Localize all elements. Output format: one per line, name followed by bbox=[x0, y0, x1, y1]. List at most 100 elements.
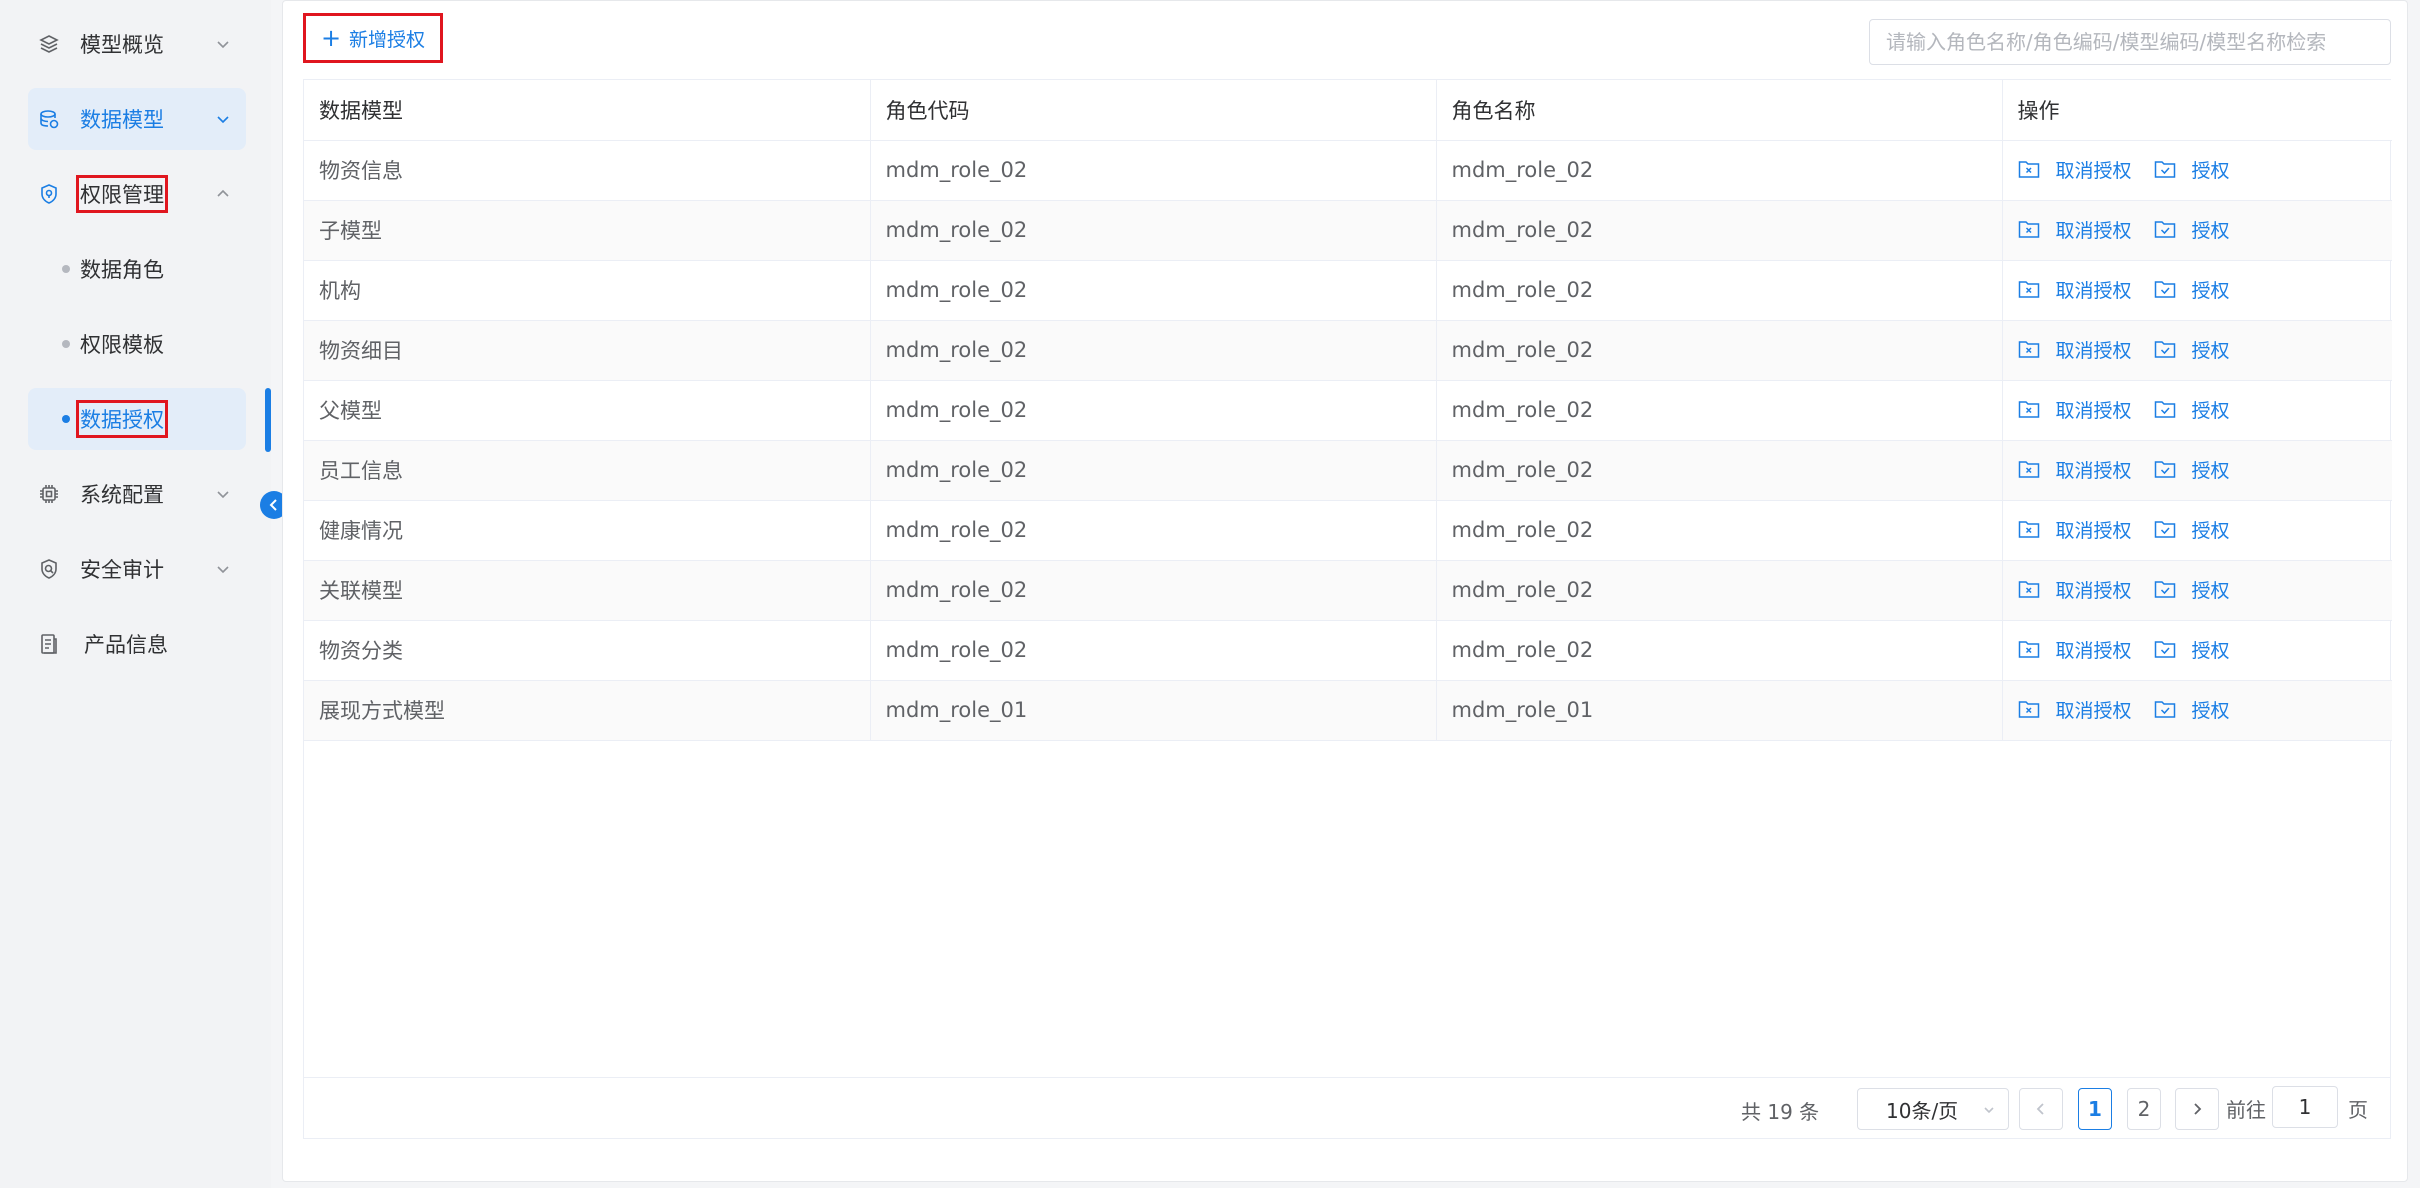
menu-item-system-config[interactable]: 系统配置 bbox=[28, 463, 246, 525]
revoke-authorization-button[interactable]: 取消授权 bbox=[2018, 216, 2132, 243]
cell-role-code: mdm_role_02 bbox=[870, 260, 1437, 321]
sidebar: 模型概览 数据模型 权限管理 数据角色 权限模板 数据授权 系统配置 安全审计 … bbox=[0, 0, 271, 1188]
folder-x-icon bbox=[2018, 699, 2048, 719]
grant-label: 授权 bbox=[2191, 339, 2230, 362]
add-authorization-button[interactable]: + 新增授权 bbox=[303, 13, 443, 63]
page-button-2[interactable]: 2 bbox=[2127, 1088, 2161, 1130]
active-indicator bbox=[265, 388, 271, 452]
bullet-dot bbox=[62, 415, 70, 423]
folder-x-icon bbox=[2018, 579, 2048, 599]
prev-page-button-visual[interactable] bbox=[2019, 1088, 2063, 1130]
cell-actions: 取消授权 授权 bbox=[2002, 440, 2392, 501]
menu-label: 产品信息 bbox=[84, 633, 168, 657]
grant-authorization-button[interactable]: 授权 bbox=[2154, 636, 2230, 663]
cell-role-name: mdm_role_02 bbox=[1436, 440, 2003, 501]
revoke-authorization-button[interactable]: 取消授权 bbox=[2018, 156, 2132, 183]
next-page-button[interactable] bbox=[2175, 1088, 2219, 1130]
cell-role-code: mdm_role_02 bbox=[870, 140, 1437, 201]
revoke-authorization-button[interactable]: 取消授权 bbox=[2018, 576, 2132, 603]
cell-actions: 取消授权 授权 bbox=[2002, 200, 2392, 261]
cell-actions: 取消授权 授权 bbox=[2002, 320, 2392, 381]
revoke-authorization-button[interactable]: 取消授权 bbox=[2018, 456, 2132, 483]
revoke-authorization-button[interactable]: 取消授权 bbox=[2018, 276, 2132, 303]
folder-x-icon bbox=[2018, 339, 2048, 359]
revoke-authorization-button[interactable]: 取消授权 bbox=[2018, 336, 2132, 363]
goto-page-input[interactable] bbox=[2272, 1086, 2338, 1128]
table-row: 健康情况 mdm_role_02 mdm_role_02 取消授权 授权 bbox=[304, 500, 2392, 561]
cell-actions: 取消授权 授权 bbox=[2002, 140, 2392, 201]
cell-data-model: 父模型 bbox=[304, 380, 871, 441]
submenu-item-data-authorization[interactable]: 数据授权 bbox=[28, 388, 246, 450]
menu-item-product-info[interactable]: 产品信息 bbox=[28, 613, 246, 675]
grant-label: 授权 bbox=[2191, 159, 2230, 182]
search-input[interactable] bbox=[1869, 19, 2391, 65]
page-size-select[interactable]: 10条/页 bbox=[1857, 1088, 2009, 1130]
menu-item-model-overview[interactable]: 模型概览 bbox=[28, 13, 246, 75]
chevron-right-icon bbox=[2194, 1103, 2202, 1115]
cell-role-name: mdm_role_02 bbox=[1436, 560, 2003, 621]
grant-authorization-button[interactable]: 授权 bbox=[2154, 276, 2230, 303]
cell-role-code: mdm_role_02 bbox=[870, 500, 1437, 561]
grant-label: 授权 bbox=[2191, 699, 2230, 722]
page-button-1[interactable]: 1 bbox=[2078, 1088, 2112, 1130]
table-header-row: 数据模型 角色代码 角色名称 操作 bbox=[304, 80, 2392, 141]
cell-role-name: mdm_role_01 bbox=[1436, 680, 2003, 741]
chevron-down-icon bbox=[217, 116, 229, 124]
chevron-left-icon bbox=[2036, 1103, 2044, 1115]
cell-role-code: mdm_role_02 bbox=[870, 620, 1437, 681]
audit-icon bbox=[36, 556, 62, 582]
table-row: 父模型 mdm_role_02 mdm_role_02 取消授权 授权 bbox=[304, 380, 2392, 441]
grant-label: 授权 bbox=[2191, 219, 2230, 242]
revoke-label: 取消授权 bbox=[2055, 159, 2132, 182]
database-icon bbox=[36, 106, 62, 132]
grant-authorization-button[interactable]: 授权 bbox=[2154, 396, 2230, 423]
header-actions: 操作 bbox=[2002, 80, 2392, 141]
cell-data-model: 展现方式模型 bbox=[304, 680, 871, 741]
folder-check-icon bbox=[2154, 339, 2184, 359]
revoke-authorization-button[interactable]: 取消授权 bbox=[2018, 396, 2132, 423]
revoke-label: 取消授权 bbox=[2055, 459, 2132, 482]
grant-authorization-button[interactable]: 授权 bbox=[2154, 336, 2230, 363]
folder-check-icon bbox=[2154, 159, 2184, 179]
revoke-authorization-button[interactable]: 取消授权 bbox=[2018, 636, 2132, 663]
menu-item-security-audit[interactable]: 安全审计 bbox=[28, 538, 246, 600]
plus-icon: + bbox=[320, 24, 342, 52]
revoke-authorization-button[interactable]: 取消授权 bbox=[2018, 696, 2132, 723]
folder-x-icon bbox=[2018, 279, 2048, 299]
table-row: 子模型 mdm_role_02 mdm_role_02 取消授权 授权 bbox=[304, 200, 2392, 261]
cell-actions: 取消授权 授权 bbox=[2002, 260, 2392, 321]
cell-actions: 取消授权 授权 bbox=[2002, 560, 2392, 621]
goto-label: 前往 bbox=[2226, 1098, 2266, 1122]
cell-role-code: mdm_role_02 bbox=[870, 380, 1437, 441]
chevron-left-icon bbox=[269, 499, 277, 511]
cell-data-model: 物资信息 bbox=[304, 140, 871, 201]
bullet-dot bbox=[62, 340, 70, 348]
folder-check-icon bbox=[2154, 399, 2184, 419]
chevron-up-icon bbox=[217, 189, 229, 197]
pagination: 共 19 条 10条/页 1 2 bbox=[303, 1077, 2391, 1139]
folder-check-icon bbox=[2154, 459, 2184, 479]
grant-label: 授权 bbox=[2191, 279, 2230, 302]
grant-authorization-button[interactable]: 授权 bbox=[2154, 216, 2230, 243]
cell-role-name: mdm_role_02 bbox=[1436, 380, 2003, 441]
grant-label: 授权 bbox=[2191, 639, 2230, 662]
revoke-label: 取消授权 bbox=[2055, 519, 2132, 542]
grant-authorization-button[interactable]: 授权 bbox=[2154, 456, 2230, 483]
layers-icon bbox=[36, 31, 62, 57]
submenu-item-data-role[interactable]: 数据角色 bbox=[28, 238, 246, 300]
submenu-item-permission-template[interactable]: 权限模板 bbox=[28, 313, 246, 375]
submenu-label: 数据角色 bbox=[80, 258, 164, 282]
folder-x-icon bbox=[2018, 459, 2048, 479]
chevron-down-icon bbox=[1984, 1107, 1994, 1114]
authorization-table: 数据模型 角色代码 角色名称 操作 物资信息 mdm_role_02 mdm_rol… bbox=[303, 79, 2392, 1139]
chip-icon bbox=[36, 481, 62, 507]
folder-check-icon bbox=[2154, 639, 2184, 659]
grant-authorization-button[interactable]: 授权 bbox=[2154, 156, 2230, 183]
grant-authorization-button[interactable]: 授权 bbox=[2154, 696, 2230, 723]
revoke-authorization-button[interactable]: 取消授权 bbox=[2018, 516, 2132, 543]
grant-authorization-button[interactable]: 授权 bbox=[2154, 516, 2230, 543]
grant-authorization-button[interactable]: 授权 bbox=[2154, 576, 2230, 603]
menu-item-data-model[interactable]: 数据模型 bbox=[28, 88, 246, 150]
menu-item-permission-management[interactable]: 权限管理 bbox=[28, 163, 246, 225]
pagination-total: 共 19 条 bbox=[1741, 1100, 1820, 1124]
